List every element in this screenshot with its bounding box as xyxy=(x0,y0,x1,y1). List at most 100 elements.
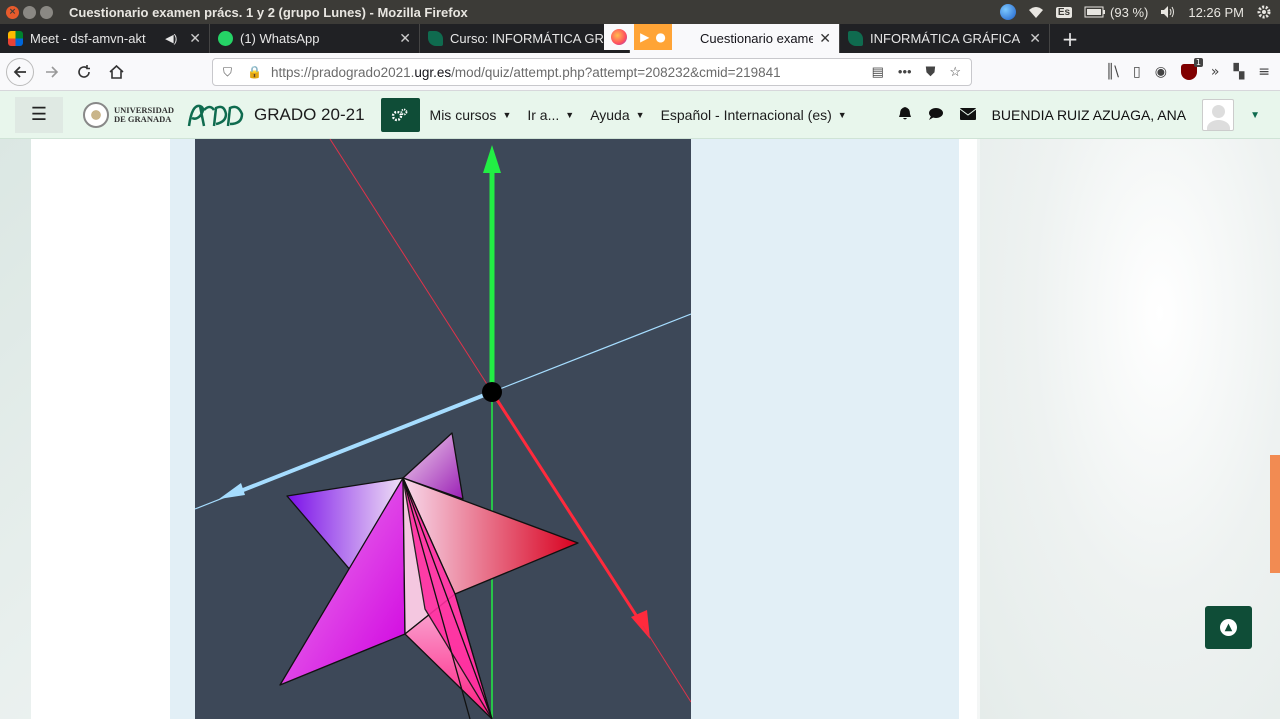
menu-ir-a[interactable]: Ir a... ▼ xyxy=(527,107,574,123)
settings-gear-icon[interactable] xyxy=(1256,4,1272,20)
chevron-up-icon: ▲ xyxy=(1220,619,1237,636)
y-axis-arrowhead xyxy=(483,145,501,173)
keyboard-layout-indicator[interactable]: Es xyxy=(1055,6,1073,18)
bookmark-star-icon[interactable]: ☆ xyxy=(949,64,961,80)
window-close-button[interactable]: × xyxy=(6,5,19,19)
home-button[interactable] xyxy=(102,58,130,86)
close-tab-icon[interactable]: ✕ xyxy=(189,30,201,47)
tab-label: (1) WhatsApp xyxy=(240,31,320,46)
meet-icon xyxy=(8,31,23,46)
close-tab-icon[interactable]: ✕ xyxy=(1029,30,1041,47)
scene-3d[interactable] xyxy=(195,139,691,719)
caret-down-icon: ▼ xyxy=(502,109,512,120)
home-icon xyxy=(108,64,124,79)
caret-down-icon: ▼ xyxy=(837,109,847,120)
back-arrow-icon xyxy=(13,65,26,78)
origin-point xyxy=(482,382,502,402)
tab-meet[interactable]: Meet - dsf-amvn-akt ◀) ✕ xyxy=(0,24,210,53)
library-icon[interactable]: ║\ xyxy=(1106,64,1119,80)
webgl-canvas[interactable] xyxy=(195,139,691,719)
settings-button[interactable] xyxy=(380,97,420,132)
new-tab-button[interactable]: + xyxy=(1050,24,1090,53)
navigation-toolbar: ⛉ 🔒 https://pradogrado2021.ugr.es/mod/qu… xyxy=(0,53,1280,91)
account-icon[interactable]: ◉ xyxy=(1155,64,1167,80)
forward-button[interactable] xyxy=(38,58,66,86)
user-name[interactable]: BUENDIA RUIZ AZUAGA, ANA xyxy=(992,107,1187,123)
ublock-badge: 1 xyxy=(1193,58,1203,67)
prado-icon xyxy=(848,31,863,46)
tab-label: INFORMÁTICA GRÁFICA xyxy=(870,31,1021,46)
page-actions-icon[interactable]: ••• xyxy=(898,64,912,80)
star-mesh xyxy=(279,432,579,719)
cogs-icon xyxy=(391,108,408,121)
extensions-icon[interactable]: ▚ xyxy=(1233,64,1244,80)
battery-icon xyxy=(1084,6,1106,18)
network-globe-icon[interactable] xyxy=(999,4,1016,20)
camera-icon: ▶ xyxy=(640,30,650,44)
tab-curso[interactable]: Curso: INFORMÁTICA GR xyxy=(420,24,630,53)
firefox-icon xyxy=(604,24,634,50)
bell-icon[interactable] xyxy=(898,106,912,124)
window-title: Cuestionario examen prács. 1 y 2 (grupo … xyxy=(69,4,468,20)
window-controls: × xyxy=(6,5,53,19)
moodle-header: ☰ UNIVERSIDAD DE GRANADA GRADO 20-21 Mis… xyxy=(0,91,1280,139)
url-text[interactable]: https://pradogrado2021.ugr.es/mod/quiz/a… xyxy=(271,65,872,80)
drawer-toggle-button[interactable]: ☰ xyxy=(15,96,63,133)
back-to-top-button[interactable]: ▲ xyxy=(1205,606,1252,649)
lock-icon[interactable]: 🔒 xyxy=(247,65,262,79)
close-tab-icon[interactable]: ✕ xyxy=(819,30,831,47)
ublock-icon[interactable]: 1 xyxy=(1180,58,1203,80)
sharing-indicator[interactable]: ▶ ● xyxy=(604,24,672,50)
speaker-icon[interactable]: ◀) xyxy=(165,32,177,45)
close-tab-icon[interactable]: ✕ xyxy=(399,30,411,47)
reload-button[interactable] xyxy=(70,58,98,86)
envelope-icon[interactable] xyxy=(959,107,976,123)
ugr-logo[interactable]: UNIVERSIDAD DE GRANADA xyxy=(83,101,174,128)
battery-indicator[interactable]: (93 %) xyxy=(1084,5,1148,20)
menu-mis-cursos[interactable]: Mis cursos ▼ xyxy=(430,107,512,123)
back-button[interactable] xyxy=(6,57,34,86)
tab-label: Curso: INFORMÁTICA GR xyxy=(450,31,604,46)
window-minimize-button[interactable] xyxy=(23,5,36,19)
hamburger-menu-icon[interactable]: ≡ xyxy=(1258,64,1270,80)
page-scrollbar-thumb[interactable] xyxy=(1270,455,1280,573)
chat-bubble-icon[interactable] xyxy=(928,107,944,124)
caret-down-icon: ▼ xyxy=(565,109,575,120)
menu-language[interactable]: Español - Internacional (es) ▼ xyxy=(661,107,847,123)
tab-label: Cuestionario examen prács xyxy=(700,31,814,46)
caret-down-icon: ▼ xyxy=(635,109,645,120)
site-name[interactable]: GRADO 20-21 xyxy=(254,105,365,125)
x-axis-line-lower xyxy=(642,625,691,703)
user-menu-caret-icon[interactable]: ▼ xyxy=(1250,110,1260,121)
prado-icon xyxy=(428,31,443,46)
url-bar[interactable]: ⛉ 🔒 https://pradogrado2021.ugr.es/mod/qu… xyxy=(212,58,972,86)
z-axis-arrowhead xyxy=(219,483,245,499)
microphone-icon: ● xyxy=(655,30,666,44)
volume-icon[interactable] xyxy=(1160,4,1176,20)
system-tray: Es (93 %) 12:26 PM xyxy=(999,0,1272,24)
battery-percent: (93 %) xyxy=(1110,4,1149,20)
reload-icon xyxy=(78,64,90,78)
clock[interactable]: 12:26 PM xyxy=(1188,5,1244,20)
x-axis-arrow xyxy=(490,391,645,627)
tab-label: Meet - dsf-amvn-akt xyxy=(30,31,146,46)
wifi-icon[interactable] xyxy=(1028,4,1044,20)
university-line-2: DE GRANADA xyxy=(114,113,172,124)
z-axis-line xyxy=(491,313,691,393)
forward-arrow-icon xyxy=(46,65,59,78)
prado-logo[interactable] xyxy=(186,100,246,130)
tab-whatsapp[interactable]: (1) WhatsApp ✕ xyxy=(210,24,420,53)
os-title-bar: × Cuestionario examen prács. 1 y 2 (grup… xyxy=(0,0,1280,24)
menu-ayuda[interactable]: Ayuda ▼ xyxy=(590,107,644,123)
avatar[interactable] xyxy=(1202,99,1235,131)
sidebar-icon[interactable]: ▯ xyxy=(1133,64,1141,80)
pocket-icon[interactable]: ⛊ xyxy=(926,64,936,80)
window-maximize-button[interactable] xyxy=(40,5,53,19)
x-axis-line xyxy=(329,139,493,393)
overflow-chevron-icon[interactable]: » xyxy=(1211,64,1220,80)
tab-informatica-grafica[interactable]: INFORMÁTICA GRÁFICA ✕ xyxy=(840,24,1050,53)
ugr-seal-icon xyxy=(83,101,109,128)
tracking-shield-icon[interactable]: ⛉ xyxy=(223,65,237,80)
whatsapp-icon xyxy=(218,31,233,46)
reader-view-icon[interactable]: ▤ xyxy=(872,64,884,80)
